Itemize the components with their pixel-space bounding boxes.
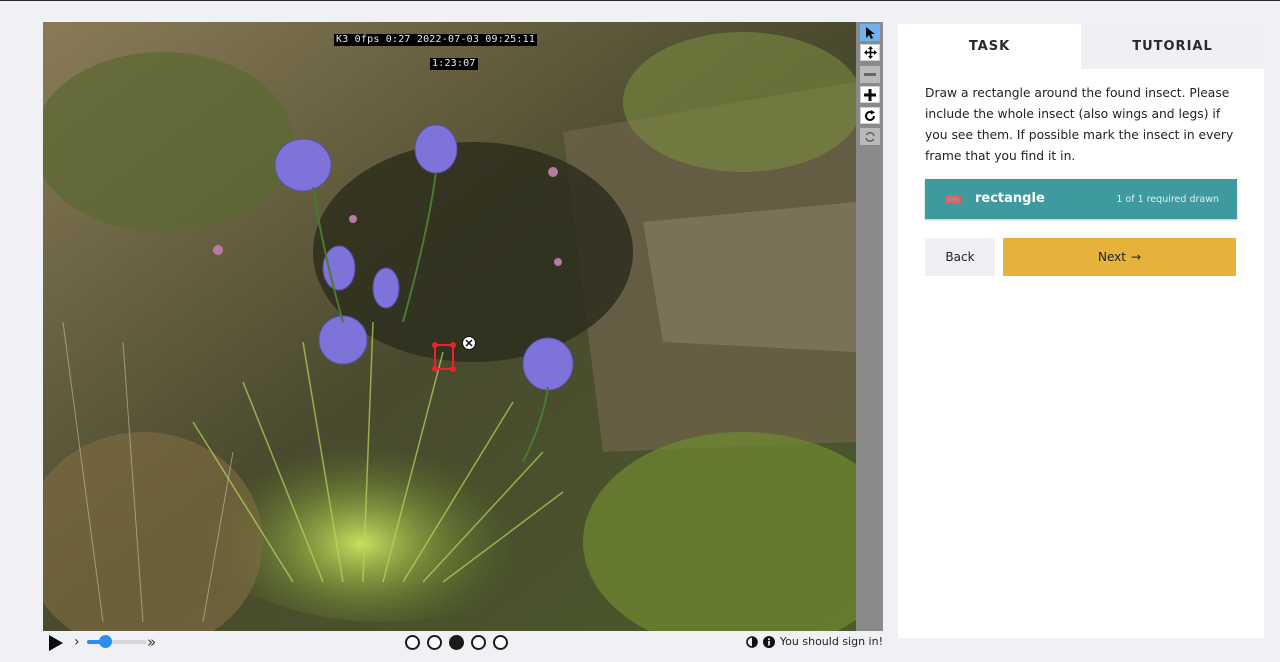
next-button[interactable]: Next → xyxy=(1003,238,1236,276)
rectangle-tool-button[interactable]: rectangle 1 of 1 required drawn xyxy=(925,179,1237,219)
frame-dot-5[interactable] xyxy=(493,635,508,650)
playback-controls: › » You should sign in! xyxy=(43,631,883,655)
tool-count: 1 of 1 required drawn xyxy=(1116,194,1219,205)
move-arrows-icon[interactable] xyxy=(860,44,880,61)
panel-tabs: TASK TUTORIAL xyxy=(898,24,1264,69)
slider-thumb[interactable] xyxy=(99,635,112,648)
plus-icon[interactable] xyxy=(860,86,880,103)
resize-handle[interactable] xyxy=(450,342,456,348)
sign-in-prompt[interactable]: You should sign in! xyxy=(780,635,883,648)
task-instructions: Draw a rectangle around the found insect… xyxy=(925,86,1234,163)
frame-dot-4[interactable] xyxy=(471,635,486,650)
task-panel: TASK TUTORIAL Draw a rectangle around th… xyxy=(898,24,1264,638)
tab-tutorial[interactable]: TUTORIAL xyxy=(1081,24,1264,69)
cursor-arrow-icon[interactable] xyxy=(860,24,880,41)
contrast-icon[interactable] xyxy=(746,635,758,648)
frame-dot-3[interactable] xyxy=(449,635,464,650)
camera-trap-image xyxy=(43,22,856,631)
frame-dot-2[interactable] xyxy=(427,635,442,650)
arrow-right-icon: → xyxy=(1130,250,1142,264)
next-label: Next xyxy=(1097,250,1126,264)
minus-icon[interactable] xyxy=(860,66,880,83)
info-icon[interactable] xyxy=(762,635,775,648)
resize-handle[interactable] xyxy=(450,366,456,372)
frame-dot-1[interactable] xyxy=(405,635,420,650)
faster-icon[interactable]: » xyxy=(147,633,156,651)
frame-selector xyxy=(405,635,508,650)
play-icon[interactable] xyxy=(49,635,63,651)
drawn-rectangle-annotation[interactable] xyxy=(432,342,456,372)
subject-image-viewer[interactable]: K3 0fps 0:27 2022-07-03 09:25:11 1:23:07 xyxy=(43,22,856,631)
playback-speed-slider[interactable] xyxy=(87,635,147,648)
resize-handle[interactable] xyxy=(432,342,438,348)
resize-handle[interactable] xyxy=(432,366,438,372)
rectangle-icon xyxy=(945,195,961,204)
image-toolbar xyxy=(856,22,883,631)
tool-label: rectangle xyxy=(975,191,1045,206)
image-frame-time-overlay: 1:23:07 xyxy=(430,58,478,70)
tab-task[interactable]: TASK xyxy=(898,24,1081,69)
delete-annotation-icon[interactable] xyxy=(462,336,476,350)
top-border xyxy=(0,0,1280,1)
refresh-icon[interactable] xyxy=(860,128,880,145)
slower-icon[interactable]: › xyxy=(74,634,80,650)
status-area: You should sign in! xyxy=(746,635,883,648)
image-timestamp-overlay: K3 0fps 0:27 2022-07-03 09:25:11 xyxy=(334,34,538,46)
rotate-icon[interactable] xyxy=(860,107,880,124)
back-button[interactable]: Back xyxy=(925,238,995,276)
